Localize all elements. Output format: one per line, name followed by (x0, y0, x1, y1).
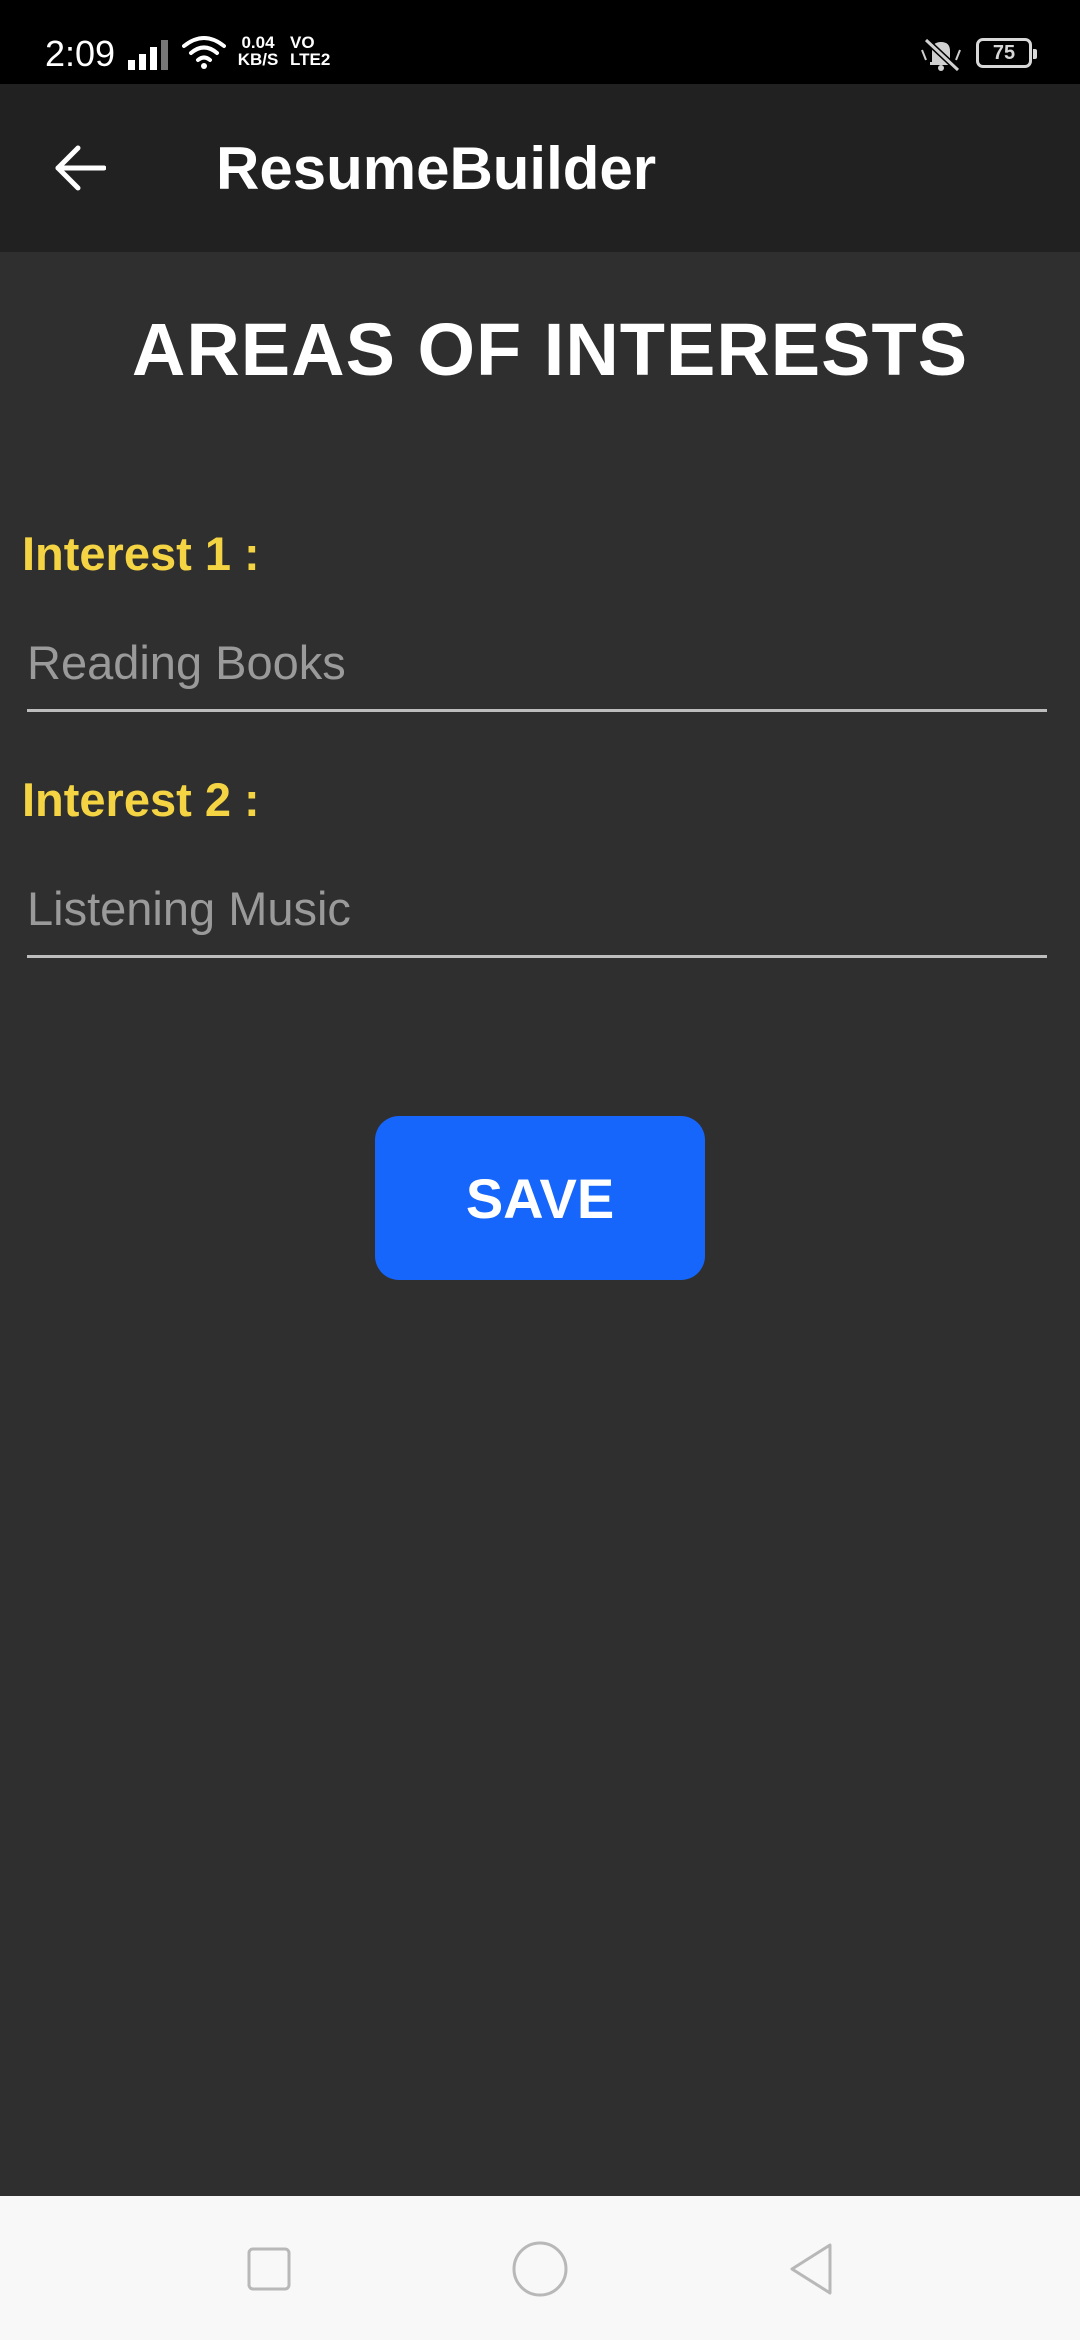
status-bar: 2:09 0.04 KB/S VO LTE2 75 (0, 0, 1080, 84)
arrow-left-icon (55, 145, 106, 191)
nav-back-button[interactable] (776, 2234, 846, 2304)
app-bar: ResumeBuilder (0, 84, 1080, 252)
network-type-top: VO (290, 33, 315, 52)
network-type-bottom: LTE2 (290, 50, 331, 69)
circle-icon (512, 2241, 568, 2297)
nav-recents-button[interactable] (234, 2234, 304, 2304)
navigation-bar (0, 2196, 1080, 2340)
page-title: AREAS OF INTERESTS (131, 308, 969, 391)
interest-2-label: Interest 2 : (22, 773, 260, 826)
triangle-back-icon (790, 2243, 832, 2295)
interest-2-input[interactable] (27, 868, 1047, 958)
network-speed-unit: KB/S (237, 50, 279, 69)
vibrate-mute-icon (921, 37, 961, 72)
nav-home-button[interactable] (505, 2234, 575, 2304)
signal-icon (128, 40, 168, 70)
status-time: 2:09 (45, 33, 116, 74)
app-title: ResumeBuilder (216, 135, 657, 202)
save-button[interactable]: SAVE (375, 1116, 705, 1280)
battery-level: 75 (992, 42, 1016, 64)
back-button[interactable] (40, 128, 120, 208)
square-icon (247, 2247, 291, 2291)
network-speed: 0.04 KB/S (236, 34, 280, 68)
network-type: VO LTE2 (290, 34, 336, 68)
interest-1-input[interactable] (27, 622, 1047, 712)
screen: 2:09 0.04 KB/S VO LTE2 75 ResumeBuilder … (0, 0, 1080, 2340)
battery-icon: 75 (976, 38, 1037, 68)
wifi-icon (182, 36, 226, 69)
network-speed-value: 0.04 (241, 33, 275, 52)
interest-1-label: Interest 1 : (22, 527, 260, 580)
